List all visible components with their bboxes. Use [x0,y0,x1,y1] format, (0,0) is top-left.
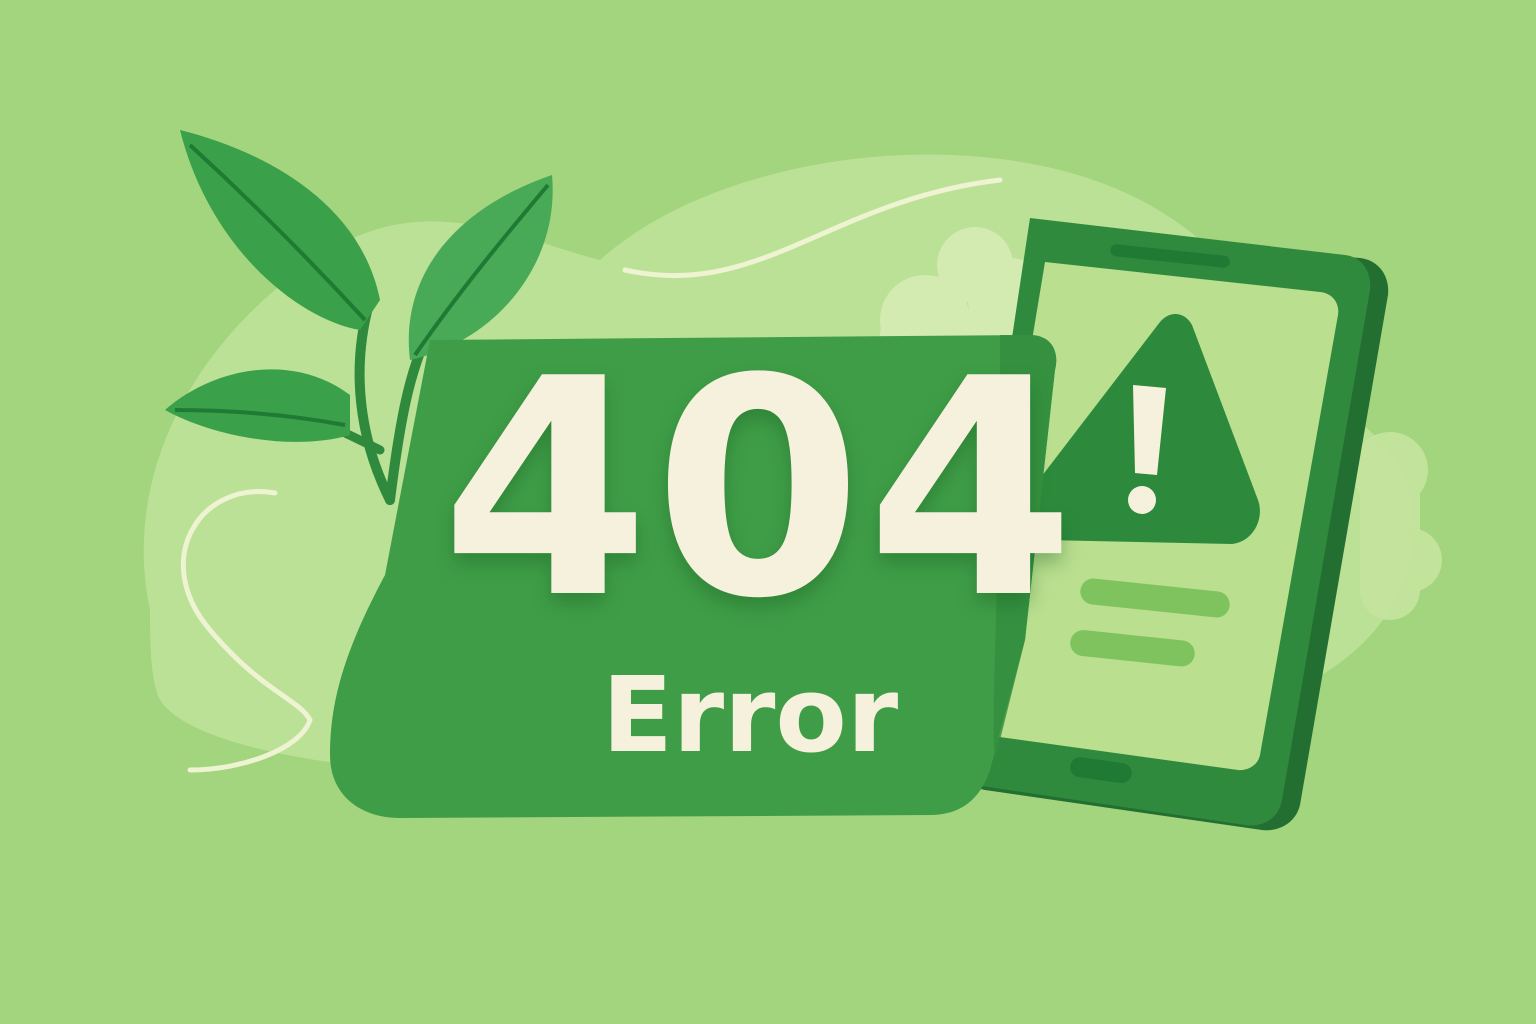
error-label: Error [601,654,899,776]
cloud-icon-right [1352,432,1442,620]
error-404-illustration: 404 Error [0,0,1536,1024]
error-code: 404 [440,315,1080,664]
